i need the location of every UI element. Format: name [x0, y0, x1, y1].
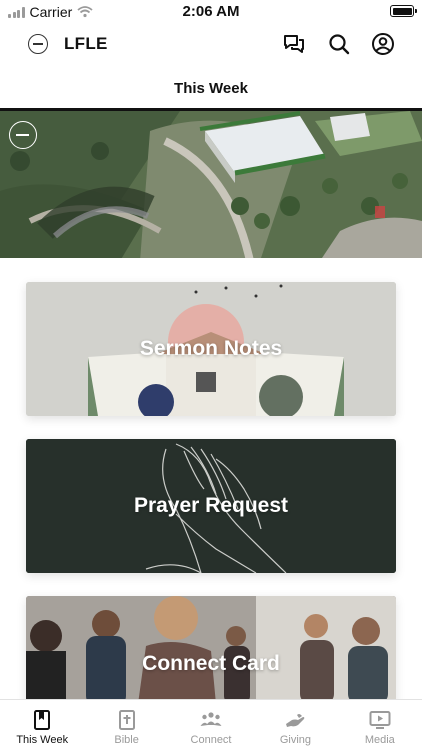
status-bar: Carrier 2:06 AM: [0, 0, 422, 22]
sermon-notes-card[interactable]: Sermon Notes: [26, 282, 396, 416]
bottom-tab-bar: This Week Bible Connect Giving Media: [0, 699, 422, 750]
play-screen-icon: [369, 711, 391, 729]
tab-label: Giving: [279, 734, 312, 746]
app-header: LFLE: [0, 26, 422, 62]
tab-media[interactable]: Media: [338, 700, 422, 750]
page-title: This Week: [174, 80, 248, 97]
tab-label: Media: [364, 734, 395, 746]
giving-hand-icon: [286, 714, 305, 727]
tab-label: This Week: [16, 734, 69, 746]
congregation-photo-illustration: [26, 596, 396, 704]
chat-icon[interactable]: [282, 32, 306, 56]
church-logo[interactable]: [28, 34, 48, 54]
bookmark-book-icon: [34, 710, 51, 730]
tab-label: Connect: [190, 734, 232, 746]
tab-connect[interactable]: Connect: [169, 700, 253, 750]
profile-icon[interactable]: [371, 32, 395, 56]
tab-bible[interactable]: Bible: [84, 700, 168, 750]
sermon-notes-label: Sermon Notes: [139, 337, 283, 360]
connect-card-label: Connect Card: [142, 652, 280, 675]
battery-icon: [390, 5, 417, 17]
tab-giving[interactable]: Giving: [253, 700, 337, 750]
people-group-icon: [200, 712, 222, 726]
prayer-request-label: Prayer Request: [133, 494, 289, 517]
connect-card-card[interactable]: Connect Card: [26, 596, 396, 704]
status-time: 2:06 AM: [182, 3, 240, 20]
app-name: LFLE: [64, 34, 108, 53]
tab-label: Bible: [114, 734, 139, 746]
hero-campus-image: [0, 108, 422, 258]
bible-cross-icon: [118, 710, 135, 730]
church-logo-badge: [9, 121, 37, 149]
search-icon[interactable]: [327, 32, 351, 56]
prayer-request-card[interactable]: Prayer Request: [26, 439, 396, 573]
tab-this-week[interactable]: This Week: [0, 700, 84, 750]
campus-aerial-illustration: [0, 111, 422, 258]
